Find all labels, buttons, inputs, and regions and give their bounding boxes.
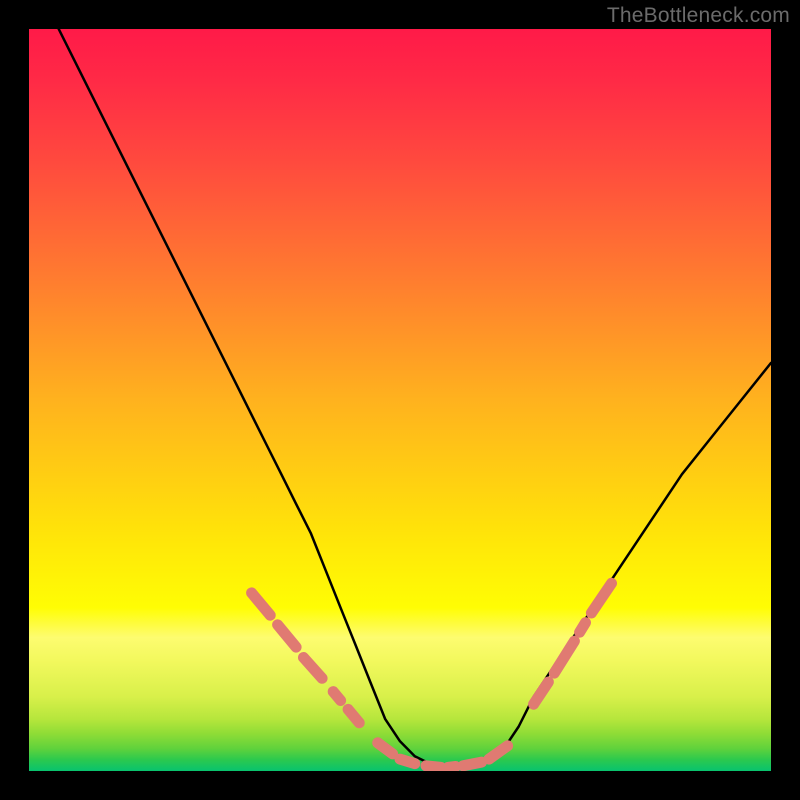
- chart-stage: TheBottleneck.com: [0, 0, 800, 800]
- gradient-background: [29, 29, 771, 771]
- watermark-text: TheBottleneck.com: [607, 4, 790, 28]
